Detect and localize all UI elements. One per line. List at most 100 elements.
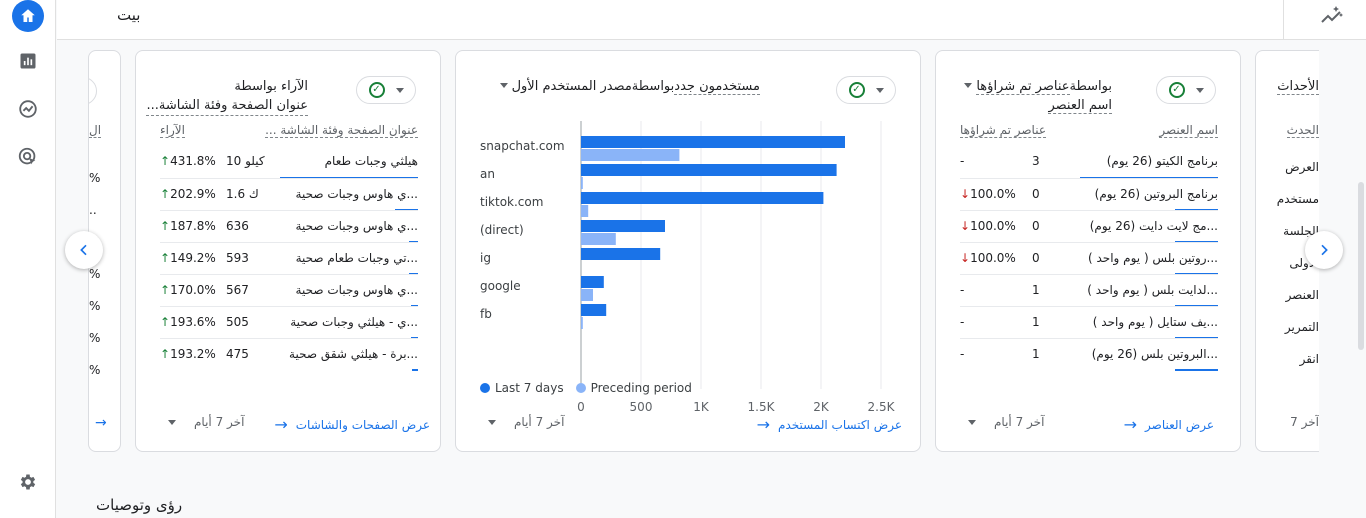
category-label: google (480, 279, 521, 293)
x-tick-label: 2.5K (868, 400, 896, 414)
table-row[interactable]: ...ي - هيلثي وجبات صحية 505 ↑193.6% (160, 306, 418, 339)
scrollbar[interactable] (1358, 182, 1364, 350)
bar-previous[interactable] (581, 317, 583, 329)
category-label: tiktok.com (480, 195, 543, 209)
table-row[interactable]: ...روتين بلس ( يوم واحد ) 0 ↓100.0% (960, 242, 1218, 275)
bar-previous[interactable] (581, 149, 680, 161)
comparison-chip[interactable]: ✓ (1156, 76, 1216, 104)
row-bar (1174, 369, 1218, 371)
carousel-next-button[interactable] (1305, 231, 1343, 269)
bar-current[interactable] (581, 136, 845, 148)
arrow-forward-icon: → (274, 415, 288, 434)
table-row[interactable]: ...مج لايت دايت (26 يوم) 0 ↓100.0% (960, 210, 1218, 243)
table-row[interactable]: ...البروتين بلس (26 يوم) 1 - (960, 338, 1218, 371)
change-value: - (960, 283, 965, 297)
row-label: ...البروتين بلس (26 يوم) (1091, 347, 1218, 361)
date-range-dropdown[interactable]: آخر 7 أيام (168, 415, 244, 429)
table-row[interactable]: ...ي هاوس وجبات صحية 636 ↑187.8% (160, 210, 418, 243)
bar-previous[interactable] (581, 289, 593, 301)
arrow-up-icon: ↑ (160, 347, 171, 361)
change-value: 202.9% (170, 187, 216, 201)
row-value: 3 (1032, 154, 1040, 168)
bar-current[interactable] (581, 248, 661, 260)
table-row[interactable]: برنامج الكيتو (26 يوم) 3 - (960, 146, 1218, 179)
chevron-right-icon (1321, 244, 1328, 256)
row-label: ...تي وجبات طعام صحية (295, 251, 418, 265)
x-tick-label: 0 (577, 400, 585, 414)
col-header: ال (89, 123, 102, 138)
table-row[interactable]: هيلثي وجبات طعام 10 كيلو ↑431.8% (160, 146, 418, 179)
row-label: ...ي هاوس وجبات صحية (295, 283, 418, 297)
change-value: 193.6% (170, 315, 216, 329)
bar-current[interactable] (581, 304, 607, 316)
settings-icon[interactable] (12, 466, 44, 498)
dropdown-arrow-icon (395, 87, 404, 93)
dropdown-arrow-icon[interactable] (499, 83, 508, 88)
date-range-dropdown[interactable]: آخر 7 أيام (488, 415, 564, 429)
view-pages-link[interactable]: عرض الصفحات والشاشات → (274, 415, 430, 434)
carousel-prev-button[interactable] (65, 231, 103, 269)
col-header-dimension[interactable]: عنوان الصفحة وفئة الشاشة ... (265, 123, 418, 138)
date-range-dropdown[interactable]: آخر 7 أيام (968, 415, 1044, 429)
chart-legend: Last 7 days Preceding period (480, 381, 692, 395)
insights-sparkle-icon[interactable] (1318, 2, 1346, 30)
row-label: ...برة - هيلثي شقق صحية (289, 347, 418, 361)
col-header-metric[interactable]: الآراء (160, 123, 185, 138)
bar-current[interactable] (581, 192, 824, 204)
cell: % (89, 171, 101, 185)
card-title: مستخدمون جددبواسطةمصدر المستخدم الأول (499, 77, 760, 96)
comparison-chip[interactable]: ✓ (356, 76, 416, 104)
home-icon[interactable] (12, 0, 44, 32)
bar-current[interactable] (581, 220, 665, 232)
row-value: 0 (1032, 187, 1040, 201)
row-value: 1 (1032, 283, 1040, 297)
comparison-chip[interactable]: ✓ (836, 76, 896, 104)
dropdown-arrow-icon[interactable] (964, 83, 973, 88)
dropdown-arrow-icon (875, 87, 884, 93)
row-value: 505 (226, 315, 249, 329)
view-items-link[interactable]: عرض العناصر → (1124, 415, 1214, 434)
change-value: 193.2% (170, 347, 216, 361)
bar-previous[interactable] (581, 233, 616, 245)
advertising-icon[interactable] (12, 141, 44, 173)
cell: .. (89, 203, 97, 217)
cell: العرض (1285, 160, 1319, 174)
table-row[interactable]: ...برة - هيلثي شقق صحية 475 ↑193.2% (160, 338, 418, 371)
card-partial-chip[interactable] (89, 77, 97, 105)
arrow-down-icon: ↓ (960, 251, 971, 265)
table-row[interactable]: ...تي وجبات طعام صحية 593 ↑149.2% (160, 242, 418, 275)
row-change: - (960, 347, 964, 361)
table-row[interactable]: برنامج البروتين (26 يوم) 0 ↓100.0% (960, 178, 1218, 211)
arrow-forward-icon[interactable]: → (95, 415, 107, 431)
row-change: ↑193.2% (160, 347, 216, 361)
col-header-metric[interactable]: عناصر تم شراؤها (960, 123, 1046, 138)
cell: % (89, 331, 101, 345)
date-range-dropdown[interactable]: آخر 7 (1290, 415, 1319, 429)
table-row[interactable]: ...ي هاوس وجبات صحية 567 ↑170.0% (160, 274, 418, 307)
view-acquisition-link[interactable]: عرض اكتساب المستخدم → (757, 415, 902, 434)
reports-icon[interactable] (12, 45, 44, 77)
bar-current[interactable] (581, 164, 837, 176)
table-row[interactable]: ...لدايت بلس ( يوم واحد ) 1 - (960, 274, 1218, 307)
explore-icon[interactable] (12, 93, 44, 125)
change-value: 431.8% (170, 154, 216, 168)
row-label: برنامج الكيتو (26 يوم) (1106, 154, 1218, 168)
table-row[interactable]: ...يف ستايل ( يوم واحد ) 1 - (960, 306, 1218, 339)
bar-previous[interactable] (581, 177, 583, 189)
arrow-up-icon: ↑ (160, 315, 171, 329)
divider (1283, 0, 1284, 40)
page-title: بيت (117, 6, 141, 24)
change-value: 100.0% (970, 219, 1016, 233)
change-value: - (960, 347, 965, 361)
dropdown-arrow-icon (488, 419, 496, 425)
table-row[interactable]: ...ي هاوس وجبات صحية 1.6 ك ↑202.9% (160, 178, 418, 211)
bar-previous[interactable] (581, 205, 589, 217)
row-change: - (960, 283, 964, 297)
arrow-up-icon: ↑ (160, 283, 171, 297)
row-change: ↑431.8% (160, 154, 216, 168)
col-header-dimension[interactable]: اسم العنصر (1159, 123, 1218, 138)
row-label: ...ي هاوس وجبات صحية (295, 187, 418, 201)
x-tick-label: 1K (693, 400, 710, 414)
bar-current[interactable] (581, 276, 604, 288)
column-headers: عنوان الصفحة وفئة الشاشة ... الآراء (160, 121, 418, 141)
